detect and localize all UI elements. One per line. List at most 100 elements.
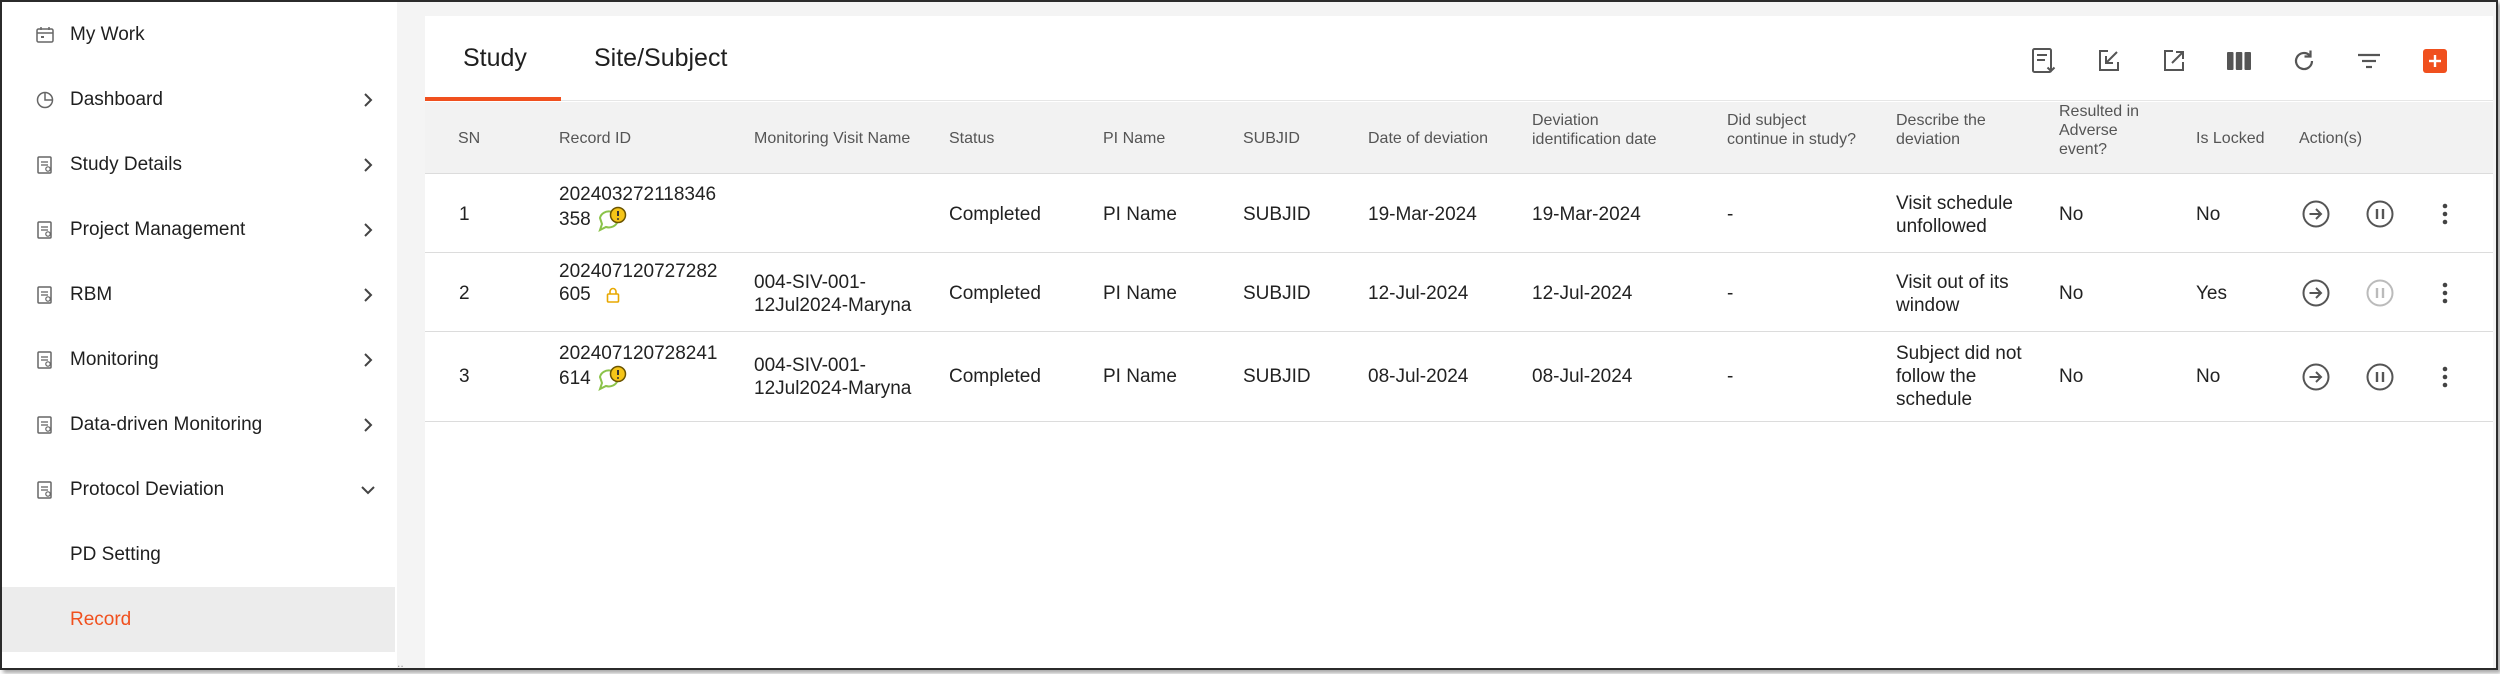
visit-name-line1: 004-SIV-001- bbox=[754, 355, 866, 376]
cell-continue-in-study: - bbox=[1727, 204, 1734, 225]
cell-identification-date: 19-Mar-2024 bbox=[1532, 204, 1641, 225]
column-header-identification-date[interactable]: Deviation identification date bbox=[1532, 111, 1682, 149]
navigate-arrow-icon[interactable] bbox=[2301, 199, 2331, 229]
column-header-adverse-event[interactable]: Resulted in Adverse event? bbox=[2059, 102, 2159, 159]
main-panel: Study Site/Subject SN Record ID Monitori… bbox=[425, 16, 2493, 668]
cell-subjid: SUBJID bbox=[1243, 283, 1311, 304]
add-icon bbox=[2429, 55, 2441, 67]
pause-icon[interactable] bbox=[2365, 362, 2395, 392]
navigate-arrow-icon[interactable] bbox=[2301, 278, 2331, 308]
cell-status: Completed bbox=[949, 366, 1041, 387]
columns-button[interactable] bbox=[2222, 44, 2256, 78]
column-header-date-of-deviation[interactable]: Date of deviation bbox=[1368, 129, 1488, 148]
cell-date-of-deviation: 19-Mar-2024 bbox=[1368, 204, 1477, 225]
pie-chart-icon bbox=[34, 89, 56, 111]
cell-status: Completed bbox=[949, 204, 1041, 225]
record-id-line1: 202407120727282 bbox=[559, 261, 718, 282]
filter-icon bbox=[2358, 53, 2380, 69]
chevron-right-icon bbox=[364, 222, 373, 237]
visit-name-line2: 12Jul2024-Maryna bbox=[754, 295, 912, 316]
refresh-button[interactable] bbox=[2287, 44, 2321, 78]
cell-identification-date: 12-Jul-2024 bbox=[1532, 283, 1633, 304]
visit-name-line2: 12Jul2024-Maryna bbox=[754, 378, 912, 399]
sidebar-item-project-management[interactable]: Project Management bbox=[2, 197, 395, 262]
cell-describe-deviation: Subject did not follow the schedule bbox=[1896, 343, 2022, 410]
more-options-icon[interactable] bbox=[2430, 362, 2460, 392]
column-header-record-id[interactable]: Record ID bbox=[559, 129, 631, 148]
document-icon bbox=[34, 414, 56, 436]
chevron-right-icon bbox=[364, 157, 373, 172]
cell-status: Completed bbox=[949, 283, 1041, 304]
sidebar-item-dashboard[interactable]: Dashboard bbox=[2, 67, 395, 132]
sidebar-item-my-work[interactable]: My Work bbox=[2, 2, 395, 67]
tab-site-subject[interactable]: Site/Subject bbox=[594, 44, 727, 73]
sidebar-item-protocol-deviation[interactable]: Protocol Deviation bbox=[2, 457, 395, 522]
record-id-line2: 614 bbox=[559, 368, 591, 390]
cell-pi-name: PI Name bbox=[1103, 283, 1177, 304]
pause-icon-disabled bbox=[2366, 279, 2394, 307]
cell-record-id[interactable]: 202403272118346 358 bbox=[559, 183, 716, 234]
sidebar-resize-handle[interactable]: .. bbox=[397, 656, 404, 668]
cell-date-of-deviation: 12-Jul-2024 bbox=[1368, 283, 1469, 304]
cell-adverse-event: No bbox=[2059, 366, 2084, 387]
navigate-arrow-icon[interactable] bbox=[2301, 362, 2331, 392]
cell-describe-deviation: Visit schedule unfollowed bbox=[1896, 193, 2013, 237]
app-window: My Work Dashboard Study Details Project … bbox=[0, 0, 2498, 670]
chevron-right-icon bbox=[364, 287, 373, 302]
comment-alert-icon[interactable] bbox=[596, 365, 630, 393]
sidebar-item-label: Data-driven Monitoring bbox=[70, 413, 263, 435]
cell-is-locked: No bbox=[2196, 204, 2221, 225]
record-id-line2: 358 bbox=[559, 209, 591, 231]
table-row[interactable]: 2 202407120727282 605 004-SIV-001- 12Jul… bbox=[425, 253, 2493, 332]
column-header-subjid[interactable]: SUBJID bbox=[1243, 129, 1300, 148]
table-header: SN Record ID Monitoring Visit Name Statu… bbox=[425, 102, 2493, 174]
sidebar-item-label: Monitoring bbox=[70, 348, 159, 370]
cell-is-locked: Yes bbox=[2196, 283, 2227, 304]
tab-study[interactable]: Study bbox=[463, 44, 527, 73]
export-report-button[interactable] bbox=[2027, 44, 2061, 78]
cell-continue-in-study: - bbox=[1727, 283, 1734, 304]
record-id-line1: 202407120728241 bbox=[559, 343, 718, 364]
cell-date-of-deviation: 08-Jul-2024 bbox=[1368, 366, 1469, 387]
document-icon bbox=[34, 219, 56, 241]
column-header-status[interactable]: Status bbox=[949, 129, 994, 148]
sidebar-item-data-driven-monitoring[interactable]: Data-driven Monitoring bbox=[2, 392, 395, 457]
filter-button[interactable] bbox=[2352, 44, 2386, 78]
import-button[interactable] bbox=[2092, 44, 2126, 78]
column-header-is-locked[interactable]: Is Locked bbox=[2196, 129, 2264, 148]
sidebar-subitem-record[interactable]: Record bbox=[2, 587, 395, 652]
chevron-down-icon bbox=[361, 485, 375, 494]
active-tab-indicator bbox=[425, 97, 561, 101]
cell-sn: 1 bbox=[459, 204, 470, 225]
sidebar-item-label: RBM bbox=[70, 283, 113, 305]
column-header-describe-deviation[interactable]: Describe the deviation bbox=[1896, 111, 2006, 149]
cell-record-id[interactable]: 202407120727282 605 bbox=[559, 260, 718, 306]
sidebar-item-rbm[interactable]: RBM bbox=[2, 262, 395, 327]
sidebar-subitem-pd-setting[interactable]: PD Setting bbox=[2, 522, 395, 587]
cell-describe-deviation: Visit out of its window bbox=[1896, 272, 2009, 316]
table-row[interactable]: 1 202403272118346 358 Completed PI Name … bbox=[425, 174, 2493, 253]
add-record-button[interactable] bbox=[2423, 49, 2447, 73]
column-header-pi-name[interactable]: PI Name bbox=[1103, 129, 1165, 148]
more-options-icon[interactable] bbox=[2430, 199, 2460, 229]
cell-adverse-event: No bbox=[2059, 283, 2084, 304]
cell-pi-name: PI Name bbox=[1103, 204, 1177, 225]
cell-is-locked: No bbox=[2196, 366, 2221, 387]
column-header-sn[interactable]: SN bbox=[458, 129, 480, 148]
open-external-button[interactable] bbox=[2157, 44, 2191, 78]
document-icon bbox=[34, 284, 56, 306]
cell-sn: 2 bbox=[459, 283, 470, 304]
more-options-icon[interactable] bbox=[2430, 278, 2460, 308]
cell-record-id[interactable]: 202407120728241 614 bbox=[559, 342, 718, 393]
sidebar-item-study-details[interactable]: Study Details bbox=[2, 132, 395, 197]
table-row[interactable]: 3 202407120728241 614 004-SIV-001- 12Jul… bbox=[425, 332, 2493, 422]
pause-icon[interactable] bbox=[2365, 199, 2395, 229]
document-icon bbox=[34, 479, 56, 501]
sidebar-item-monitoring[interactable]: Monitoring bbox=[2, 327, 395, 392]
chevron-right-icon bbox=[364, 352, 373, 367]
sidebar-item-label: Study Details bbox=[70, 153, 182, 175]
comment-alert-icon[interactable] bbox=[596, 206, 630, 234]
cell-subjid: SUBJID bbox=[1243, 366, 1311, 387]
column-header-continue-in-study[interactable]: Did subject continue in study? bbox=[1727, 111, 1867, 149]
column-header-visit-name[interactable]: Monitoring Visit Name bbox=[754, 129, 910, 148]
